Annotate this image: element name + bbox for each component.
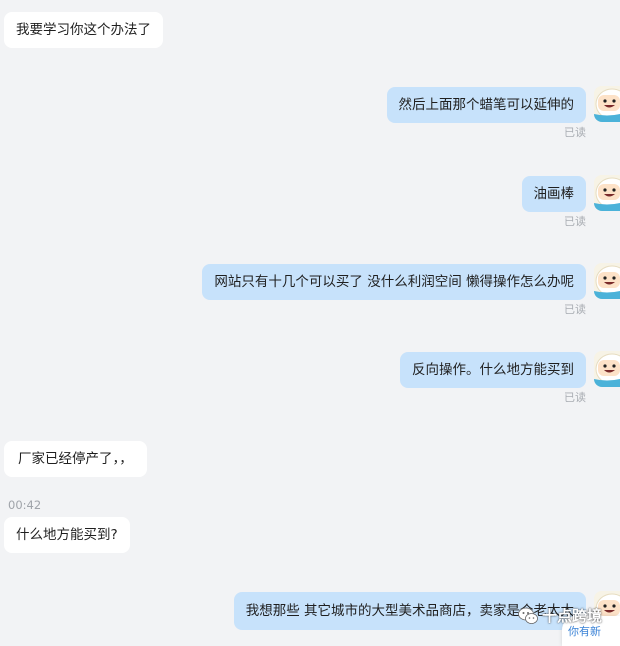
read-status: 已读 [564, 303, 586, 316]
message-bubble-incoming[interactable]: 什么地方能买到? [4, 517, 130, 553]
message-bubble-incoming[interactable]: 我要学习你这个办法了 [4, 12, 163, 48]
message-bubble-incoming[interactable]: 厂家已经停产了，， [4, 441, 147, 477]
cartoon-avatar-icon [594, 175, 620, 211]
message-bubble-outgoing[interactable]: 网站只有十几个可以买了 没什么利润空间 懒得操作怎么办呢 [202, 264, 586, 300]
cartoon-avatar-icon [594, 351, 620, 387]
read-status: 已读 [564, 391, 586, 404]
message-bubble-outgoing[interactable]: 油画棒 [521, 176, 586, 212]
message-bubble-outgoing[interactable]: 反向操作。什么地方能买到 [400, 352, 586, 388]
read-status: 已读 [564, 126, 586, 139]
avatar[interactable] [594, 263, 620, 299]
avatar[interactable] [594, 175, 620, 211]
watermark: 十点跨境 [518, 605, 602, 626]
message-timestamp: 00:42 [8, 498, 42, 512]
message-bubble-outgoing[interactable]: 然后上面那个蜡笔可以延伸的 [386, 87, 586, 123]
avatar[interactable] [594, 86, 620, 122]
read-status: 已读 [564, 215, 586, 228]
cartoon-avatar-icon [594, 86, 620, 122]
watermark-text: 十点跨境 [541, 607, 602, 625]
cartoon-avatar-icon [594, 263, 620, 299]
chat-window: 我要学习你这个办法了 然后上面那个蜡笔可以延伸的 已读 油画棒 已读 网站只有十… [0, 0, 620, 646]
avatar[interactable] [594, 351, 620, 387]
wechat-logo-icon [518, 607, 538, 624]
